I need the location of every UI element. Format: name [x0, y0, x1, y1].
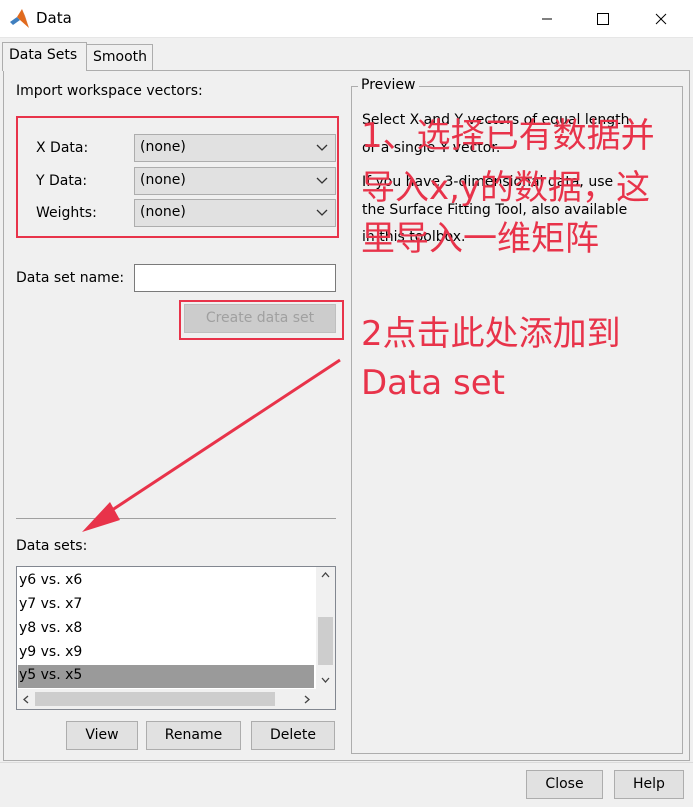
help-button[interactable]: Help	[614, 770, 684, 799]
tab-data-sets[interactable]: Data Sets	[2, 42, 87, 71]
footer-divider	[0, 762, 693, 763]
close-button[interactable]: Close	[526, 770, 603, 799]
annotation-arrow-icon	[82, 358, 341, 532]
